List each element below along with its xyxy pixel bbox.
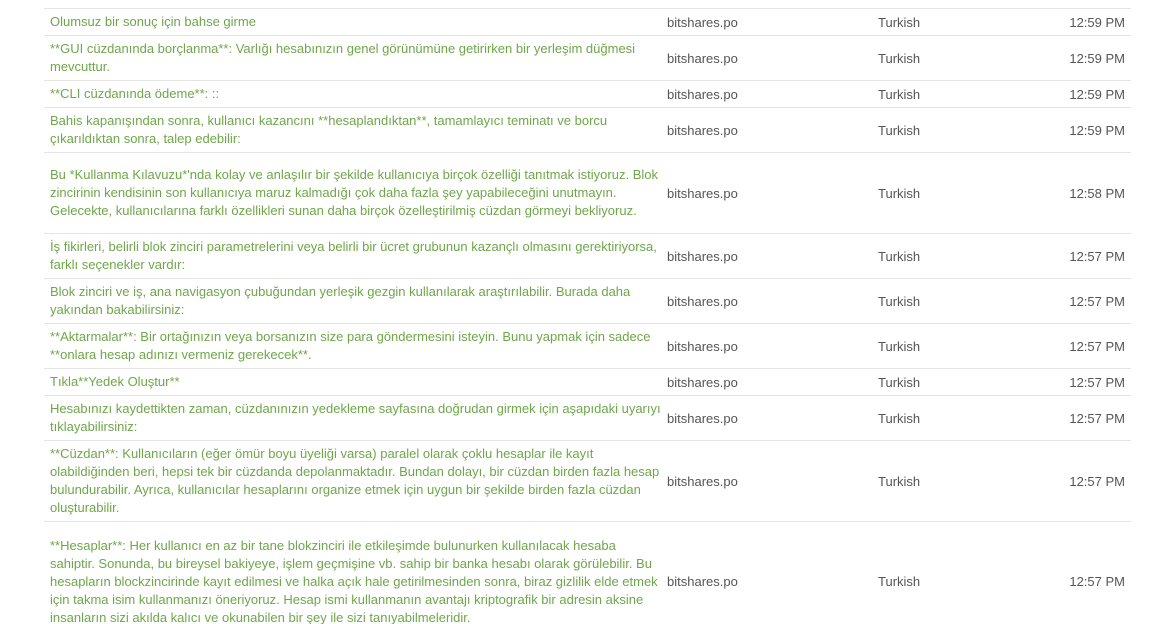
time-cell: 12:59 PM [1069,14,1125,30]
time-cell: 12:57 PM [1069,410,1125,426]
time-cell: 12:57 PM [1069,473,1125,489]
table-row[interactable]: **Cüzdan**: Kullanıcıların (eğer ömür bo… [44,441,1131,522]
user-cell: bitshares.po [667,338,738,354]
message-link[interactable]: Bu *Kullanma Kılavuzu*'nda kolay ve anla… [44,166,661,220]
language-cell: Turkish [878,293,921,309]
message-link[interactable]: **Hesaplar**: Her kullanıcı en az bir ta… [44,537,661,624]
message-link[interactable]: Bahis kapanışından sonra, kullanıcı kaza… [44,112,661,148]
table-row[interactable]: İş fikirleri, belirli blok zinciri param… [44,234,1131,279]
table-row[interactable]: Hesabınızı kaydettikten zaman, cüzdanını… [44,396,1131,441]
message-link[interactable]: **Aktarmalar**: Bir ortağınızın veya bor… [44,328,661,364]
user-cell: bitshares.po [667,185,738,201]
time-cell: 12:59 PM [1069,86,1125,102]
user-cell: bitshares.po [667,86,738,102]
time-cell: 12:59 PM [1069,50,1125,66]
user-cell: bitshares.po [667,374,738,390]
time-cell: 12:58 PM [1069,185,1125,201]
table-row[interactable]: **GUI cüzdanında borçlanma**: Varlığı he… [44,36,1131,81]
table-row[interactable]: **Hesaplar**: Her kullanıcı en az bir ta… [44,522,1131,624]
table-row[interactable]: Tıkla**Yedek Oluştur** bitshares.po Turkis… [44,369,1131,396]
table-row[interactable]: **Aktarmalar**: Bir ortağınızın veya bor… [44,324,1131,369]
message-link[interactable]: Hesabınızı kaydettikten zaman, cüzdanını… [44,400,661,436]
language-cell: Turkish [878,248,921,264]
message-link[interactable]: İş fikirleri, belirli blok zinciri param… [44,238,661,274]
language-cell: Turkish [878,50,921,66]
language-cell: Turkish [878,473,921,489]
language-cell: Turkish [878,185,921,201]
time-cell: 12:57 PM [1069,374,1125,390]
language-cell: Turkish [878,122,921,138]
user-cell: bitshares.po [667,50,738,66]
table-row[interactable]: Olumsuz bir sonuç için bahse girme bitsha… [44,9,1131,36]
language-cell: Turkish [878,86,921,102]
language-cell: Turkish [878,338,921,354]
table-row [44,0,1131,9]
translation-history-table: Olumsuz bir sonuç için bahse girme bitsha… [44,0,1131,624]
user-cell: bitshares.po [667,248,738,264]
language-cell: Turkish [878,374,921,390]
table-row[interactable]: **CLI cüzdanında ödeme**: :: bitshares.po… [44,81,1131,108]
language-cell: Turkish [878,14,921,30]
message-link[interactable]: **Cüzdan**: Kullanıcıların (eğer ömür bo… [44,445,661,517]
language-cell: Turkish [878,410,921,426]
time-cell: 12:57 PM [1069,293,1125,309]
message-link[interactable]: Blok zinciri ve iş, ana navigasyon çubuğ… [44,283,661,319]
time-cell: 12:57 PM [1069,338,1125,354]
message-link[interactable]: **GUI cüzdanında borçlanma**: Varlığı he… [44,40,661,76]
time-cell: 12:57 PM [1069,574,1125,589]
time-cell: 12:59 PM [1069,122,1125,138]
time-cell: 12:57 PM [1069,248,1125,264]
user-cell: bitshares.po [667,473,738,489]
message-link[interactable]: Olumsuz bir sonuç için bahse girme [44,13,661,31]
table-row[interactable]: Blok zinciri ve iş, ana navigasyon çubuğ… [44,279,1131,324]
user-cell: bitshares.po [667,14,738,30]
language-cell: Turkish [878,574,921,589]
table-row[interactable]: Bahis kapanışından sonra, kullanıcı kaza… [44,108,1131,153]
message-link[interactable]: Tıkla**Yedek Oluştur** [44,373,661,391]
message-link[interactable]: **CLI cüzdanında ödeme**: :: [44,85,661,103]
user-cell: bitshares.po [667,410,738,426]
translation-history-page: Olumsuz bir sonuç için bahse girme bitsha… [0,0,1151,624]
user-cell: bitshares.po [667,293,738,309]
user-cell: bitshares.po [667,122,738,138]
table-row[interactable]: Bu *Kullanma Kılavuzu*'nda kolay ve anla… [44,153,1131,234]
user-cell: bitshares.po [667,574,738,589]
